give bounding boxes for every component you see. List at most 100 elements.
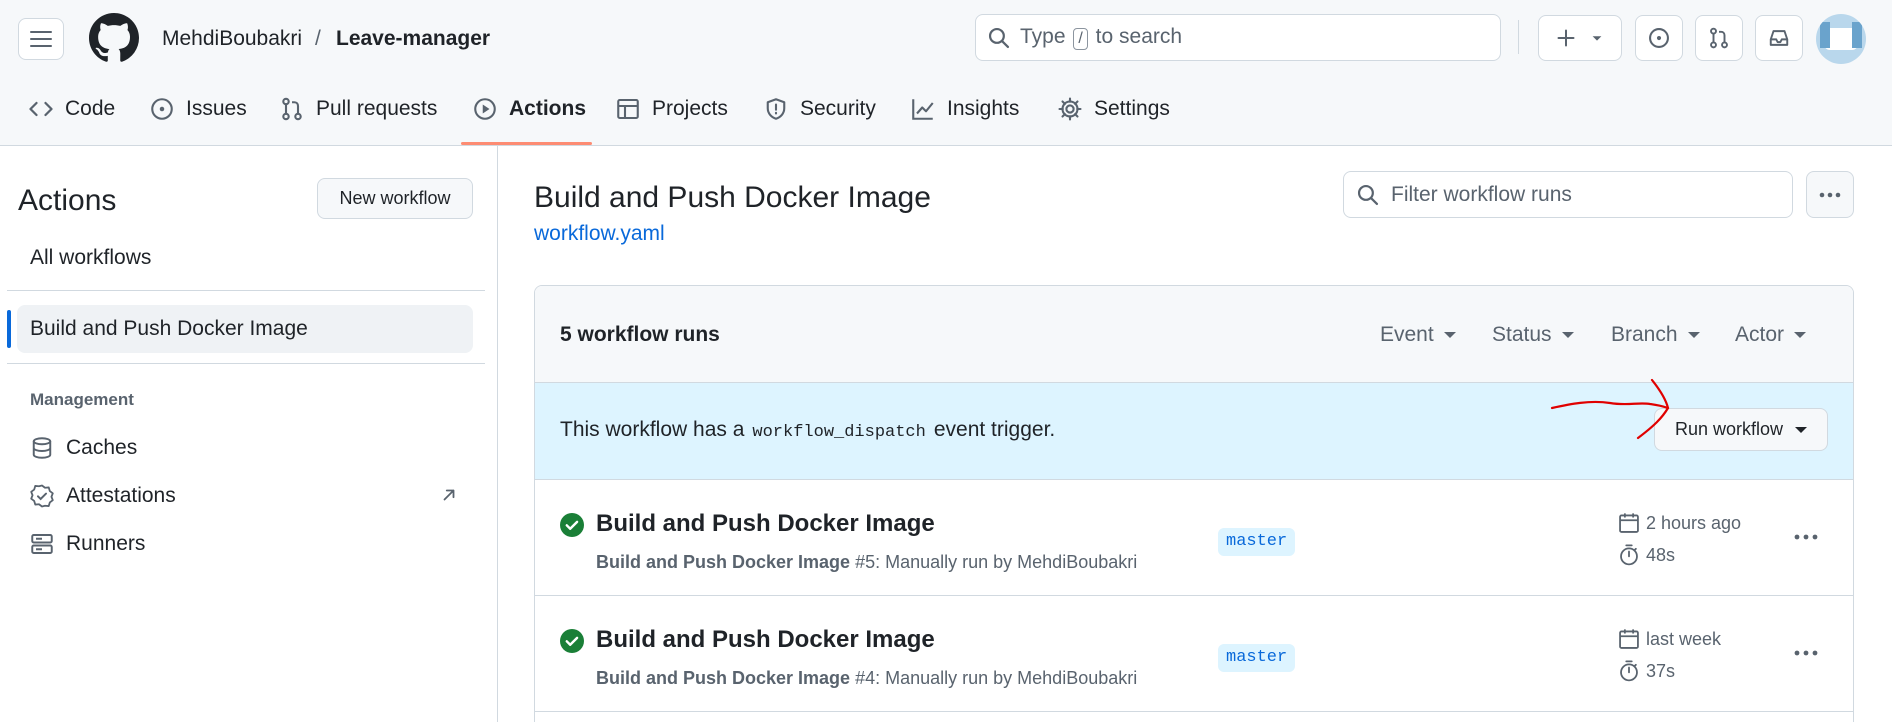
workflow-file-link[interactable]: workflow.yaml — [534, 222, 665, 246]
kebab-horizontal-icon[interactable] — [1793, 524, 1819, 550]
caret-down-icon — [1687, 332, 1700, 338]
run-workflow-button[interactable]: Run workflow — [1654, 408, 1828, 451]
tab-pull-requests-label: Pull requests — [316, 97, 438, 120]
github-logo-icon[interactable] — [89, 13, 139, 63]
table-icon — [617, 98, 639, 120]
breadcrumb-separator: / — [315, 27, 321, 50]
stopwatch-icon — [1620, 544, 1638, 566]
search-icon — [1357, 184, 1379, 205]
kebab-horizontal-icon — [1819, 192, 1841, 197]
sidebar-item-label: Build and Push Docker Image — [30, 317, 308, 340]
workflow-title: Build and Push Docker Image — [534, 181, 931, 214]
plus-icon — [1557, 29, 1575, 47]
sidebar-item-runners[interactable]: Runners — [30, 530, 145, 558]
tab-projects-label: Projects — [652, 97, 728, 120]
git-pull-request-icon — [282, 97, 302, 121]
sidebar-item-caches[interactable]: Caches — [30, 434, 137, 462]
dispatch-code: workflow_dispatch — [752, 423, 926, 442]
app-header: MehdiBoubakri / Leave-manager Type / to … — [0, 0, 1892, 146]
inbox-icon — [1769, 30, 1789, 46]
verified-icon — [30, 484, 54, 508]
search-shortcut-key: / — [1073, 28, 1088, 50]
issue-opened-icon — [1649, 28, 1669, 48]
active-tab-indicator — [461, 142, 592, 145]
global-search-input[interactable]: Type / to search — [975, 14, 1501, 61]
tab-pull-requests[interactable]: Pull requests — [280, 92, 437, 126]
filter-workflow-runs-input[interactable]: Filter workflow runs — [1343, 171, 1793, 218]
branch-filter-dropdown[interactable]: Branch — [1611, 323, 1700, 347]
calendar-icon — [1619, 629, 1639, 649]
branch-badge[interactable]: master — [1218, 644, 1296, 672]
gear-icon — [1058, 97, 1082, 121]
caret-down-icon — [1443, 332, 1456, 338]
pull-requests-shortcut-button[interactable] — [1695, 15, 1743, 61]
breadcrumb-repo[interactable]: Leave-manager — [336, 26, 490, 52]
tab-actions-label: Actions — [509, 97, 587, 120]
workflow-run-row[interactable]: Build and Push Docker Image Build and Pu… — [535, 480, 1853, 596]
code-icon — [29, 101, 53, 117]
server-icon — [31, 534, 53, 554]
workflow-runs-box: 5 workflow runs Event Status Branch Acto… — [534, 285, 1854, 722]
selected-indicator — [7, 310, 11, 348]
sidebar-item-label: Attestations — [66, 484, 176, 507]
tab-settings-label: Settings — [1094, 97, 1170, 120]
play-icon — [474, 98, 496, 120]
run-duration: 37s — [1618, 660, 1675, 682]
tab-projects[interactable]: Projects — [616, 92, 728, 126]
event-filter-dropdown[interactable]: Event — [1380, 323, 1456, 347]
tab-code-label: Code — [65, 97, 116, 120]
hamburger-icon — [30, 31, 52, 47]
tab-insights[interactable]: Insights — [911, 92, 1019, 126]
status-filter-dropdown[interactable]: Status — [1492, 323, 1574, 347]
sidebar-border — [497, 146, 498, 722]
run-title-link[interactable]: Build and Push Docker Image — [596, 626, 935, 654]
sidebar-item-all-workflows[interactable]: All workflows — [30, 246, 151, 270]
issue-opened-icon — [151, 98, 173, 120]
filter-placeholder: Filter workflow runs — [1391, 182, 1572, 206]
link-external-icon — [443, 489, 455, 501]
runs-header: 5 workflow runs Event Status Branch Acto… — [535, 286, 1853, 383]
sidebar-item-attestations[interactable]: Attestations — [30, 482, 176, 510]
menu-button[interactable] — [18, 18, 64, 60]
search-icon — [988, 27, 1010, 48]
inbox-button[interactable] — [1755, 15, 1803, 61]
stopwatch-icon — [1620, 660, 1638, 682]
breadcrumb-owner[interactable]: MehdiBoubakri — [162, 26, 302, 52]
workflow-options-button[interactable] — [1806, 171, 1854, 218]
check-circle-fill-icon — [560, 629, 584, 653]
run-title-link[interactable]: Build and Push Docker Image — [596, 510, 935, 538]
search-placeholder: Type / to search — [1020, 25, 1183, 50]
shield-icon — [766, 98, 786, 120]
issues-shortcut-button[interactable] — [1635, 15, 1683, 61]
tab-issues[interactable]: Issues — [150, 92, 247, 126]
caret-down-icon — [1795, 426, 1808, 433]
annotation-arrow-icon — [1550, 378, 1670, 440]
actor-filter-dropdown[interactable]: Actor — [1735, 323, 1807, 347]
user-avatar[interactable] — [1816, 14, 1866, 64]
caret-down-icon — [1561, 332, 1574, 338]
tab-actions[interactable]: Actions — [473, 92, 586, 126]
workflow-run-row[interactable]: Build and Push Docker Image Build and Pu… — [535, 596, 1853, 712]
run-duration: 48s — [1618, 544, 1675, 566]
new-workflow-button[interactable]: New workflow — [317, 178, 473, 219]
management-heading: Management — [30, 390, 134, 409]
tab-security[interactable]: Security — [764, 92, 876, 126]
sidebar-item-label: Runners — [66, 532, 146, 555]
sidebar-title: Actions — [18, 184, 117, 217]
run-timestamp: 2 hours ago — [1618, 512, 1741, 534]
sidebar-divider — [7, 290, 485, 291]
run-subtitle: Build and Push Docker Image #5: Manually… — [596, 552, 1138, 572]
graph-icon — [912, 99, 934, 120]
sidebar-item-selected-workflow[interactable]: Build and Push Docker Image — [17, 305, 473, 353]
kebab-horizontal-icon[interactable] — [1793, 640, 1819, 666]
tab-code[interactable]: Code — [29, 92, 115, 126]
tab-security-label: Security — [800, 97, 876, 120]
branch-badge[interactable]: master — [1218, 528, 1296, 556]
run-subtitle: Build and Push Docker Image #4: Manually… — [596, 668, 1138, 688]
sidebar-divider — [7, 363, 485, 364]
git-pull-request-icon — [1710, 27, 1728, 49]
create-new-button[interactable] — [1538, 15, 1622, 61]
check-circle-fill-icon — [560, 513, 584, 537]
tab-settings[interactable]: Settings — [1058, 92, 1170, 126]
run-timestamp: last week — [1618, 628, 1721, 650]
